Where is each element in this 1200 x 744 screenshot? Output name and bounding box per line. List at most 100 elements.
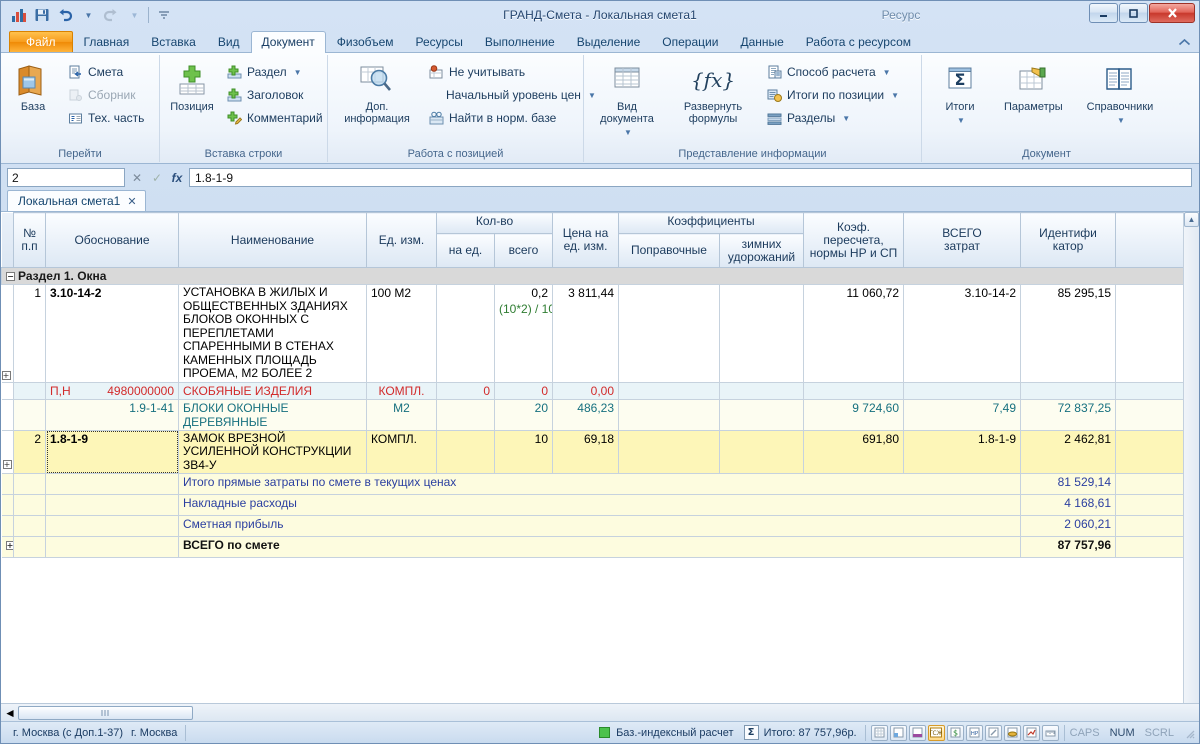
totals-row[interactable]: Итого прямые затраты по смете в текущих …	[1, 473, 1183, 495]
cell-name[interactable]: УСТАНОВКА В ЖИЛЫХ И ОБЩЕСТВЕННЫХ ЗДАНИЯХ…	[178, 284, 367, 383]
row-expander-icon[interactable]: +	[1, 370, 11, 380]
cell-justification[interactable]: 1.9-1-41	[45, 398, 179, 431]
undo-icon[interactable]	[54, 5, 75, 26]
cell-recalc[interactable]: 1.8-1-9	[903, 429, 1022, 474]
cell-name[interactable]: ЗАМОК ВРЕЗНОЙ УСИЛЕННОЙ КОНСТРУКЦИИ ЗВ4-…	[178, 429, 367, 474]
scroll-up-arrow[interactable]: ▲	[1184, 212, 1199, 227]
ribbon-tab-dannye[interactable]: Данные	[729, 31, 794, 52]
nr-view-icon[interactable]: НР	[965, 724, 983, 741]
cell-justification[interactable]: 1.8-1-9	[45, 429, 179, 474]
totals-value[interactable]: 4 168,61	[1020, 494, 1117, 516]
grand-smeta-icon[interactable]	[8, 5, 29, 26]
cell-justification[interactable]: 3.10-14-2	[45, 284, 179, 383]
cell-identifier[interactable]	[1115, 429, 1183, 474]
razdely-dropdown-icon[interactable]: ▼	[842, 114, 850, 123]
cell-identifier[interactable]	[1115, 398, 1183, 431]
cell-number[interactable]: 1	[13, 284, 46, 383]
spravochniki-button[interactable]: Справочники ▼	[1081, 59, 1160, 129]
save-icon[interactable]	[31, 5, 52, 26]
cell-grand-total[interactable]: 2 462,81	[1020, 429, 1117, 474]
nayti-v-norm-baze-button[interactable]: Найти в норм. базе	[424, 108, 600, 128]
col-header-coefficients[interactable]: Коэффициенты	[617, 212, 805, 234]
cell-coef-winter[interactable]	[718, 429, 805, 474]
table-row[interactable]: + + 1 3.10-14-2 УСТАНОВКА В ЖИЛЫХ И ОБЩЕ…	[1, 284, 1183, 383]
currency-view-icon[interactable]: $	[946, 724, 964, 741]
cell-name[interactable]: СКОБЯНЫЕ ИЗДЕЛИЯ	[178, 381, 367, 400]
dop-info-button[interactable]: Доп. информация	[334, 59, 420, 127]
vertical-scrollbar[interactable]: ▲	[1183, 212, 1199, 703]
ribbon-tab-vstavka[interactable]: Вставка	[140, 31, 207, 52]
totals-value[interactable]: 2 060,21	[1020, 515, 1117, 537]
minimize-button[interactable]	[1089, 3, 1118, 23]
cell-coef-correction[interactable]	[618, 284, 720, 383]
totals-value[interactable]: 87 757,96	[1020, 536, 1117, 558]
horizontal-scrollbar[interactable]: ◄	[1, 703, 1199, 721]
cell-qty-per-unit[interactable]	[436, 284, 495, 383]
cell-price[interactable]: 486,23	[552, 398, 619, 431]
redo-icon[interactable]	[100, 5, 121, 26]
col-header-grand-total[interactable]: Идентифи катор	[1020, 212, 1117, 268]
cell-unit[interactable]: М2	[366, 398, 437, 431]
cell-grand-total[interactable]: 72 837,25	[1020, 398, 1117, 431]
cell-coef-winter[interactable]	[718, 284, 805, 383]
fx-icon[interactable]: fx	[169, 171, 185, 185]
maximize-button[interactable]	[1119, 3, 1148, 23]
cell-qty-per-unit[interactable]	[436, 429, 495, 474]
cell-base-total[interactable]: 11 060,72	[803, 284, 905, 383]
name-box[interactable]	[7, 168, 125, 187]
col-header-qty-per-unit[interactable]: на ед.	[436, 233, 495, 268]
col-header-coef-winter[interactable]: зимних удорожаний	[718, 233, 805, 268]
formula-input[interactable]	[189, 168, 1192, 187]
sbornik-button[interactable]: Сборник	[63, 85, 148, 105]
totals-value[interactable]: 81 529,14	[1020, 473, 1117, 495]
ribbon-tab-resursy[interactable]: Ресурсы	[405, 31, 474, 52]
cancel-icon[interactable]: ✕	[129, 171, 145, 185]
ribbon-tab-vid[interactable]: Вид	[207, 31, 251, 52]
chart-view-icon[interactable]	[1022, 724, 1040, 741]
cell-qty-per-unit[interactable]	[436, 398, 495, 431]
cell-unit[interactable]: 100 М2	[366, 284, 437, 383]
parametry-button[interactable]: Параметры	[998, 59, 1069, 115]
hscroll-thumb[interactable]	[17, 705, 193, 720]
customize-qat-icon[interactable]	[153, 5, 174, 26]
cell-number[interactable]	[13, 381, 46, 400]
col-header-recalc[interactable]: ВСЕГО затрат	[903, 212, 1022, 268]
col-header-name[interactable]: Наименование	[178, 212, 367, 268]
totals-row[interactable]: Накладные расходы 4 168,61	[1, 494, 1183, 516]
table-row[interactable]: 1.9-1-41 БЛОКИ ОКОННЫЕ ДЕРЕВЯННЫЕ М2 20 …	[1, 398, 1183, 431]
razdel-dropdown-icon[interactable]: ▼	[294, 68, 302, 77]
cell-number[interactable]: 2	[13, 429, 46, 474]
row-expanders[interactable]: +	[1, 429, 14, 474]
nachalnyy-uroven-cen-button[interactable]: Начальный уровень цен ▼	[424, 85, 600, 105]
col-header-qty-total[interactable]: всего	[494, 233, 553, 268]
cell-coef-correction[interactable]	[618, 398, 720, 431]
totals-row-grand[interactable]: + ВСЕГО по смете 87 757,96	[1, 536, 1183, 558]
razvernut-formuly-button[interactable]: {fx} Развернуть формулы	[674, 59, 752, 127]
vid-dokumenta-dropdown-icon[interactable]: ▼	[624, 127, 632, 139]
razdel-button[interactable]: Раздел ▼	[222, 62, 327, 82]
cell-qty-total[interactable]: 0,2 (10*2) / 100	[494, 284, 553, 383]
col-header-base-total[interactable]: Коэф. пересчета, нормы НР и СП	[803, 212, 905, 268]
sposob-rascheta-button[interactable]: Способ расчета ▼	[762, 62, 903, 82]
vid-dokumenta-button[interactable]: Вид документа ▼	[590, 59, 664, 141]
cell-recalc[interactable]	[903, 381, 1022, 400]
position-button[interactable]: Позиция	[166, 59, 218, 115]
ribbon-tab-file[interactable]: Файл	[9, 31, 73, 52]
money-view-icon[interactable]	[1003, 724, 1021, 741]
cell-coef-correction[interactable]	[618, 429, 720, 474]
table-row[interactable]: П,Н 4980000000 СКОБЯНЫЕ ИЗДЕЛИЯ КОМПЛ. 0…	[1, 381, 1183, 400]
cell-unit[interactable]: КОМПЛ.	[366, 381, 437, 400]
cell-qty-total[interactable]: 10	[494, 429, 553, 474]
ne-uchityvat-button[interactable]: Не учитывать	[424, 62, 600, 82]
col-header-coef-correction[interactable]: Поправочные	[618, 233, 720, 268]
itogi-po-pozicii-button[interactable]: Итоги по позиции ▼	[762, 85, 903, 105]
itogi-dropdown-icon[interactable]: ▼	[957, 115, 965, 127]
document-tab-lokalnaya-smeta1[interactable]: Локальная смета1 ✕	[7, 190, 146, 211]
cell-recalc[interactable]: 7,49	[903, 398, 1022, 431]
ribbon-tab-operacii[interactable]: Операции	[651, 31, 729, 52]
close-icon[interactable]: ✕	[127, 195, 136, 208]
cell-coef-correction[interactable]	[618, 381, 720, 400]
tech-part-button[interactable]: Тех. часть	[63, 108, 148, 128]
resize-grip-icon[interactable]	[1183, 727, 1195, 739]
cell-base-total[interactable]: 9 724,60	[803, 398, 905, 431]
